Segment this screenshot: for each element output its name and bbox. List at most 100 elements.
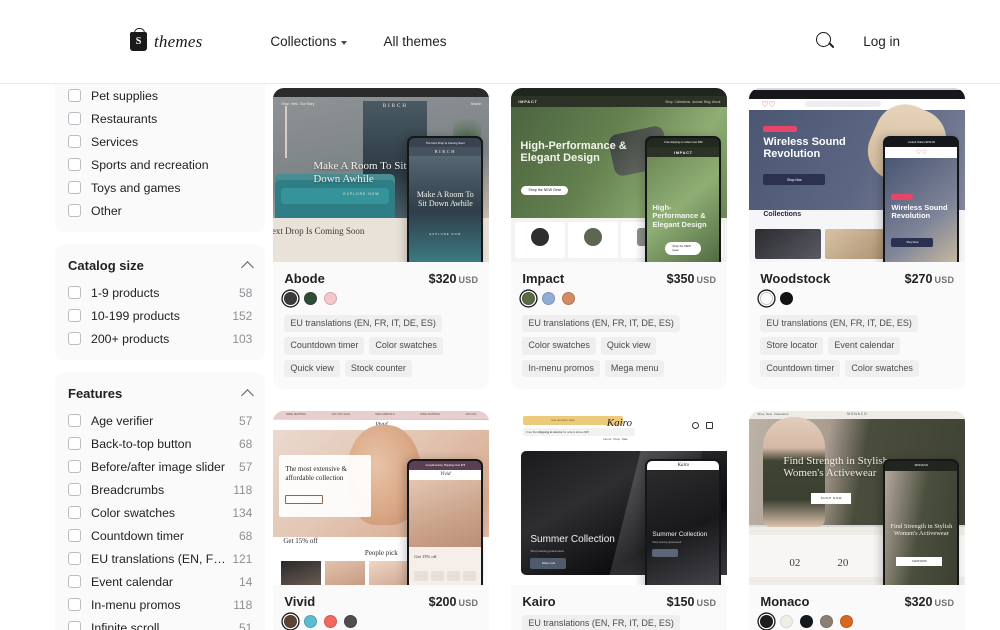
theme-name: Woodstock bbox=[760, 271, 831, 286]
theme-card-abode[interactable]: Shop New Our Story Search BIRCH Make A R… bbox=[273, 88, 490, 389]
filter-group-catalog-size-header[interactable]: Catalog size bbox=[68, 248, 255, 281]
filter-option-in-menu-promos[interactable]: In-menu promos 118 bbox=[68, 593, 252, 616]
theme-name: Abode bbox=[284, 271, 325, 286]
color-swatch[interactable] bbox=[304, 614, 318, 628]
checkbox-icon[interactable] bbox=[68, 575, 81, 588]
filter-option-services[interactable]: Services bbox=[68, 130, 252, 153]
color-swatch[interactable] bbox=[284, 292, 298, 305]
checkbox-icon[interactable] bbox=[68, 158, 81, 171]
theme-price: $320 USD bbox=[905, 595, 955, 609]
theme-color-swatches bbox=[760, 292, 954, 307]
feature-tag: Color swatches bbox=[522, 337, 596, 355]
filter-option-1-9-products[interactable]: 1-9 products 58 bbox=[68, 281, 252, 304]
search-icon[interactable] bbox=[816, 32, 835, 51]
color-swatch[interactable] bbox=[820, 614, 834, 628]
checkbox-icon[interactable] bbox=[68, 621, 81, 630]
checkbox-icon[interactable] bbox=[68, 89, 81, 102]
filter-option-label: EU translations (EN, FR, IT, DE, ES) bbox=[91, 551, 226, 566]
checkbox-icon[interactable] bbox=[68, 414, 81, 427]
filter-option-age-verifier[interactable]: Age verifier 57 bbox=[68, 409, 252, 432]
theme-price-currency: USD bbox=[458, 597, 479, 608]
color-swatch[interactable] bbox=[284, 614, 298, 628]
filter-group-catalog-size: Catalog size 1-9 products 58 10-199 prod… bbox=[55, 244, 266, 360]
color-swatch[interactable] bbox=[562, 292, 576, 305]
preview-mobile-frame: MONACO Find Strength in Stylish Women's … bbox=[883, 458, 960, 585]
checkbox-icon[interactable] bbox=[68, 506, 81, 519]
preview-promo: Get 15% off bbox=[283, 536, 318, 545]
filter-option-color-swatches[interactable]: Color swatches 134 bbox=[68, 501, 252, 524]
theme-price: $320 USD bbox=[429, 272, 479, 286]
filter-group-features: Features Age verifier 57 Back-to-top but… bbox=[55, 372, 266, 630]
checkbox-icon[interactable] bbox=[68, 135, 81, 148]
filter-option-label: Infinite scroll bbox=[91, 620, 160, 630]
checkbox-icon[interactable] bbox=[68, 598, 81, 611]
color-swatch[interactable] bbox=[780, 614, 794, 628]
color-swatch[interactable] bbox=[760, 292, 774, 305]
color-swatch[interactable] bbox=[542, 292, 556, 305]
chevron-up-icon[interactable] bbox=[241, 260, 255, 274]
theme-card-vivid[interactable]: FREE SHIPPING 20% OFF SALE NEW ARRIVALS FRE… bbox=[273, 410, 490, 630]
filter-option-10-199-products[interactable]: 10-199 products 152 bbox=[68, 304, 252, 327]
color-swatch[interactable] bbox=[304, 292, 318, 305]
color-swatch[interactable] bbox=[344, 614, 358, 628]
login-link[interactable]: Log in bbox=[863, 34, 900, 49]
color-swatch[interactable] bbox=[324, 614, 338, 628]
filter-group-features-header[interactable]: Features bbox=[68, 376, 255, 409]
feature-tag: Countdown timer bbox=[760, 359, 841, 377]
theme-card-body: Kairo $150 USD EU translations (EN, FR, I… bbox=[511, 585, 727, 630]
checkbox-icon[interactable] bbox=[68, 437, 81, 450]
filter-option-count: 103 bbox=[232, 331, 253, 346]
filter-option-infinite-scroll[interactable]: Infinite scroll 51 bbox=[68, 616, 252, 630]
filter-option-toys-and-games[interactable]: Toys and games bbox=[68, 176, 252, 199]
feature-tag: Event calendar bbox=[828, 337, 901, 355]
preview-stat: 02 bbox=[789, 556, 801, 569]
color-swatch[interactable] bbox=[324, 292, 338, 305]
checkbox-icon[interactable] bbox=[68, 286, 81, 299]
filter-option-count: 57 bbox=[239, 413, 253, 428]
brand-logo[interactable]: S themes bbox=[130, 28, 202, 52]
filter-option-other[interactable]: Other bbox=[68, 199, 252, 222]
preview-mobile-frame: Complimentary Shipping Over $75 Vivid Ge… bbox=[407, 458, 484, 585]
filter-option-pet-supplies[interactable]: Pet supplies bbox=[68, 84, 252, 107]
feature-tag: EU translations (EN, FR, IT, DE, ES) bbox=[760, 315, 918, 333]
theme-grid-container: Shop New Our Story Search BIRCH Make A R… bbox=[265, 84, 1000, 630]
filter-option-restaurants[interactable]: Restaurants bbox=[68, 107, 252, 130]
checkbox-icon[interactable] bbox=[68, 483, 81, 496]
checkbox-icon[interactable] bbox=[68, 529, 81, 542]
filter-option-event-calendar[interactable]: Event calendar 14 bbox=[68, 570, 252, 593]
preview-stat: 20 bbox=[837, 556, 849, 569]
preview-headline: The most extensive & affordable collecti… bbox=[285, 464, 347, 482]
checkbox-icon[interactable] bbox=[68, 181, 81, 194]
theme-card-woodstock[interactable]: ♡♡ Wireless Sound Revolution Shop Now Co… bbox=[749, 88, 966, 389]
color-swatch[interactable] bbox=[780, 292, 794, 305]
preview-cta: EXPLORE NOW bbox=[343, 192, 380, 196]
feature-tag: In-menu promos bbox=[522, 359, 600, 377]
theme-card-kairo[interactable]: Get summer deal Free flat shipping & ret… bbox=[511, 410, 728, 630]
theme-preview-kairo: Get summer deal Free flat shipping & ret… bbox=[511, 410, 728, 585]
filter-option-count: 118 bbox=[233, 482, 253, 497]
color-swatch[interactable] bbox=[840, 614, 854, 628]
checkbox-icon[interactable] bbox=[68, 332, 81, 345]
color-swatch[interactable] bbox=[522, 292, 536, 305]
filter-option-before-after-image-slider[interactable]: Before/after image slider 57 bbox=[68, 455, 252, 478]
filter-option-sports-and-recreation[interactable]: Sports and recreation bbox=[68, 153, 252, 176]
theme-card-monaco[interactable]: Shop New Collections MONACO Find Strengt… bbox=[749, 410, 966, 630]
color-swatch[interactable] bbox=[760, 614, 774, 628]
nav-item-collections[interactable]: Collections bbox=[270, 34, 348, 49]
filter-option-200-plus-products[interactable]: 200+ products 103 bbox=[68, 327, 252, 350]
filter-option-countdown-timer[interactable]: Countdown timer 68 bbox=[68, 524, 252, 547]
checkbox-icon[interactable] bbox=[68, 204, 81, 217]
checkbox-icon[interactable] bbox=[68, 552, 81, 565]
filter-option-label: Toys and games bbox=[91, 180, 181, 195]
color-swatch[interactable] bbox=[800, 614, 814, 628]
nav-item-all-themes[interactable]: All themes bbox=[383, 34, 446, 49]
filter-option-breadcrumbs[interactable]: Breadcrumbs 118 bbox=[68, 478, 252, 501]
theme-card-impact[interactable]: IMPACT Shop Collections Journal Blog Abo… bbox=[511, 88, 728, 389]
theme-card-body: Impact $350 USD EU translations (EN, FR, … bbox=[511, 262, 727, 389]
filter-option-eu-translations[interactable]: EU translations (EN, FR, IT, DE, ES) 121 bbox=[68, 547, 252, 570]
checkbox-icon[interactable] bbox=[68, 460, 81, 473]
chevron-up-icon[interactable] bbox=[241, 388, 255, 402]
checkbox-icon[interactable] bbox=[68, 112, 81, 125]
filter-option-back-to-top-button[interactable]: Back-to-top button 68 bbox=[68, 432, 252, 455]
checkbox-icon[interactable] bbox=[68, 309, 81, 322]
